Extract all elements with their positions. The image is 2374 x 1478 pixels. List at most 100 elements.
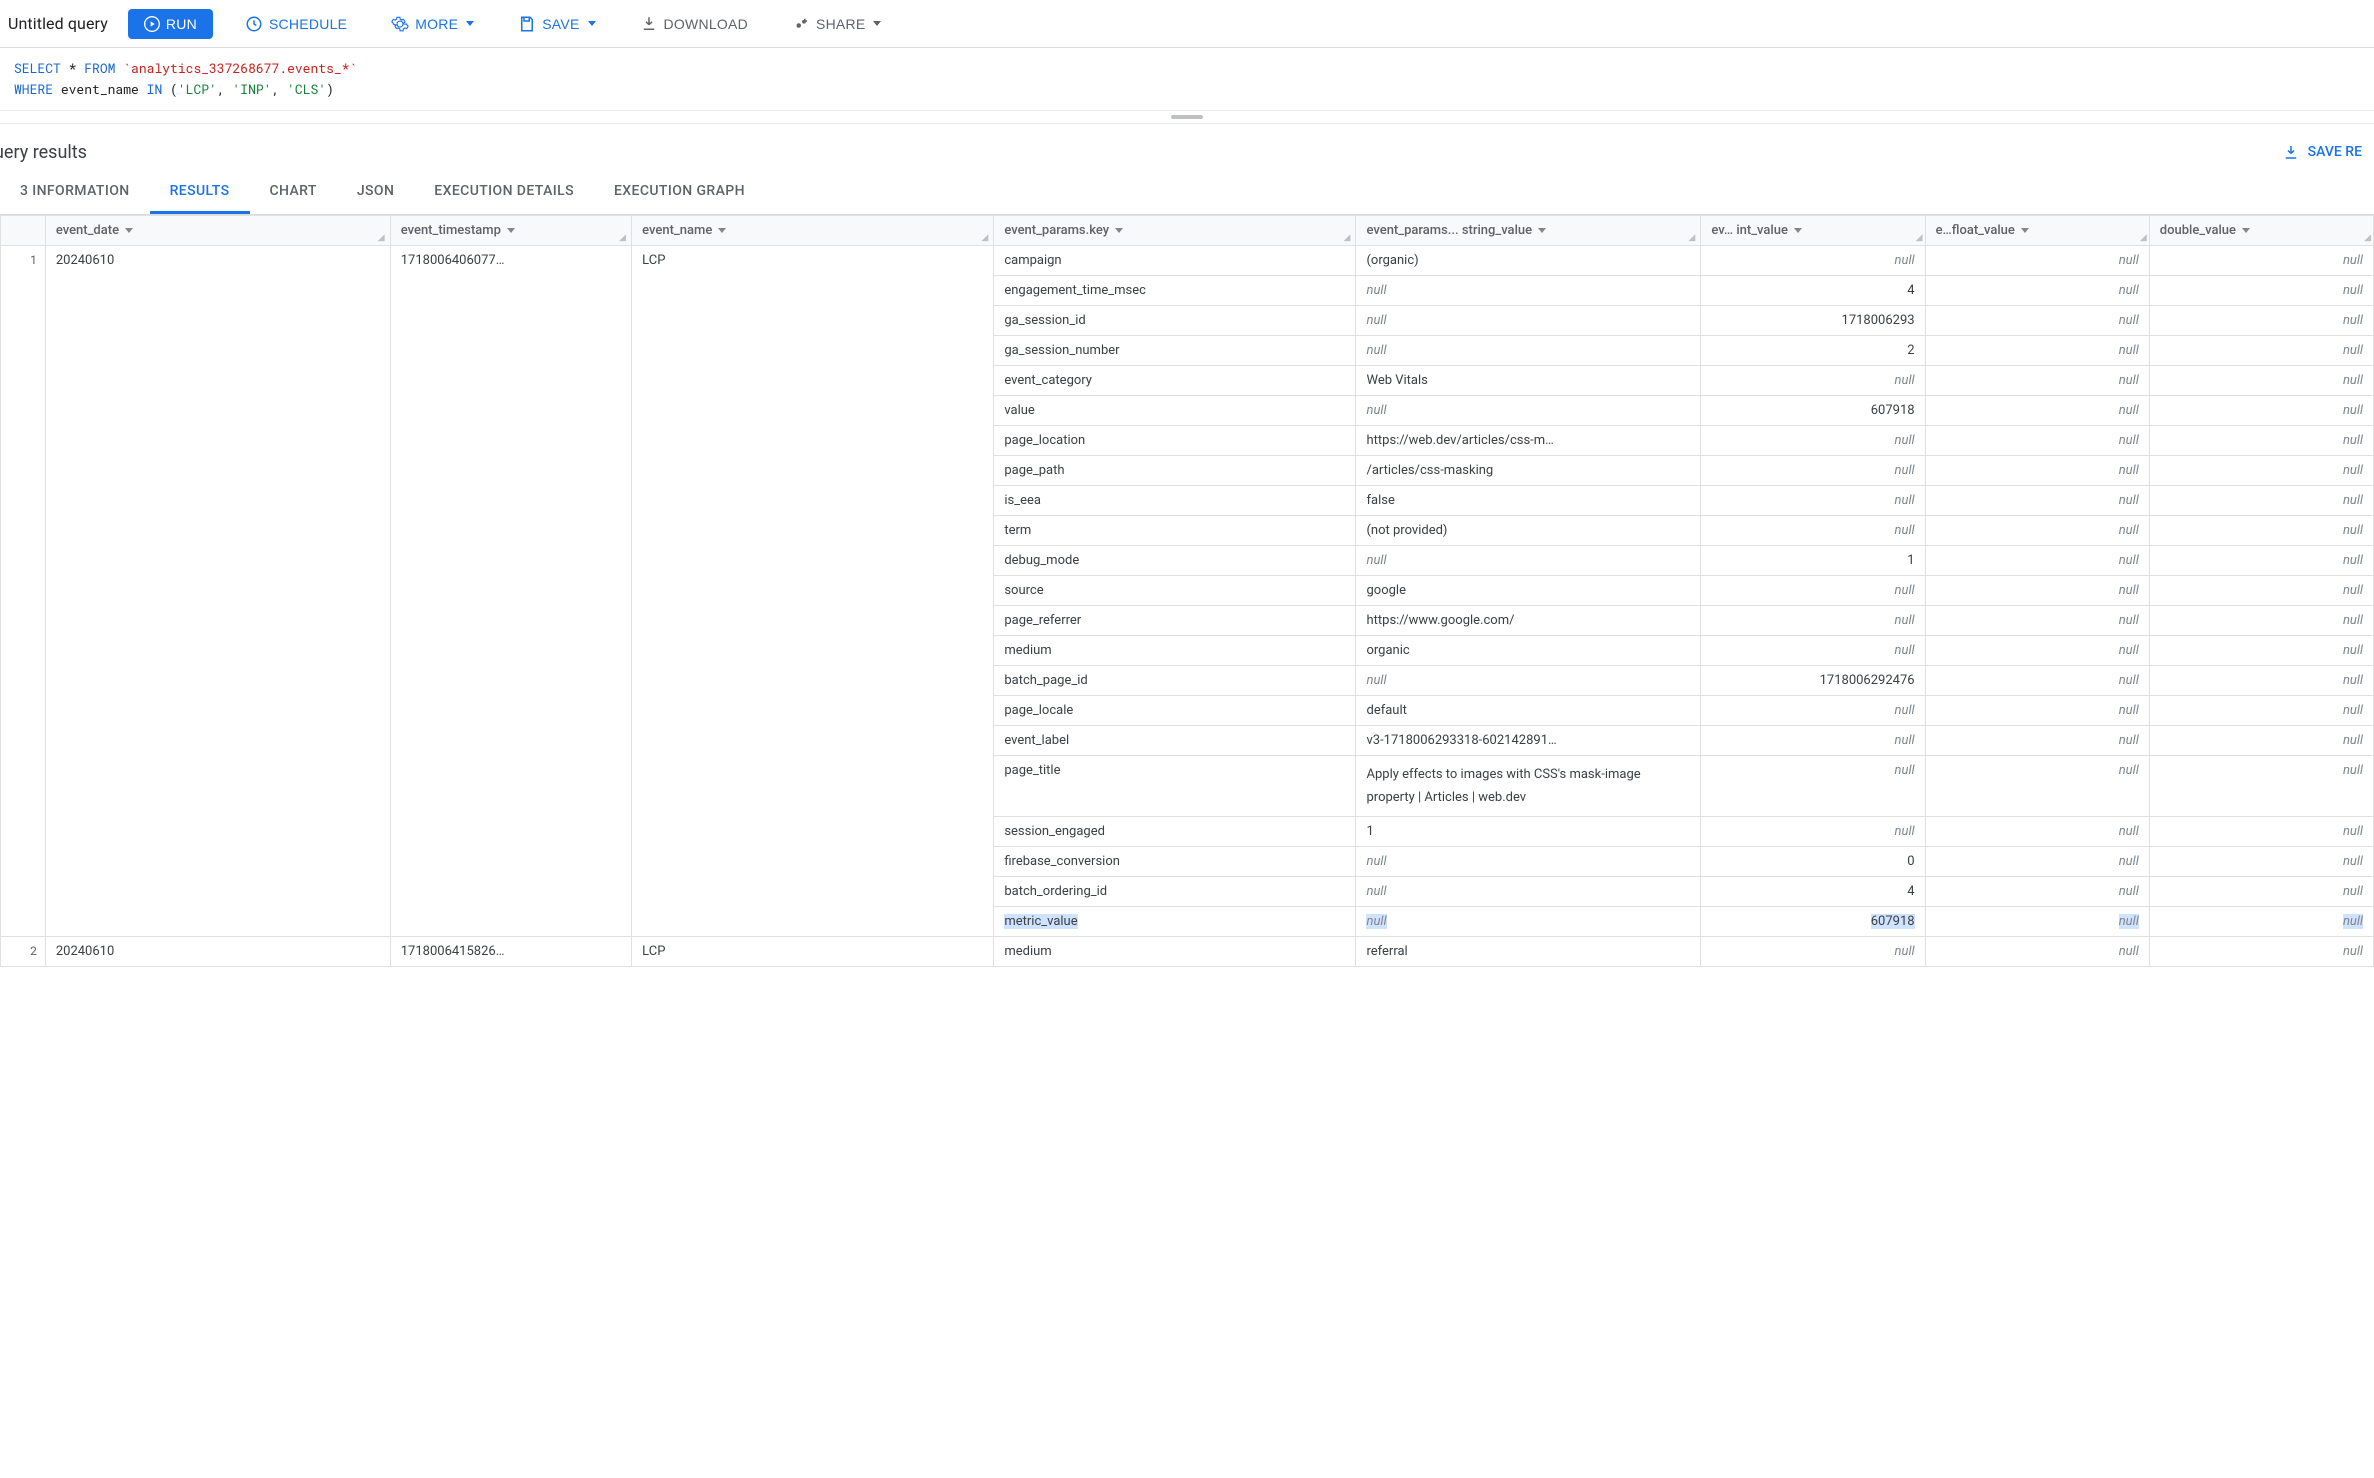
tab-json[interactable]: JSON [337,173,414,214]
download-button[interactable]: DOWNLOAD [628,9,760,39]
cell: page_title [994,755,1356,817]
sort-icon [718,228,726,233]
cell: 1 [1356,817,1701,847]
col-float-value[interactable]: e…float_value◢ [1925,215,2149,245]
cell: is_eea [994,485,1356,515]
null-value: null [2119,343,2139,358]
null-value: null [2343,673,2363,688]
null-value: null [2343,854,2363,869]
col-event-params-key[interactable]: event_params.key◢ [994,215,1356,245]
sql-editor[interactable]: SELECT * FROM `analytics_337268677.event… [0,48,2374,110]
null-value: null [2119,433,2139,448]
results-table-wrap[interactable]: event_date◢ event_timestamp◢ event_name◢… [0,215,2374,968]
cell: term [994,515,1356,545]
cell: null [1701,245,1925,275]
cell: null [1701,725,1925,755]
more-button[interactable]: MORE [379,9,486,39]
cell: ga_session_id [994,305,1356,335]
col-event-name[interactable]: event_name◢ [632,215,994,245]
null-value: null [1895,613,1915,628]
cell: 20240610 [45,937,390,967]
null-value: null [2343,884,2363,899]
null-value: null [1895,493,1915,508]
sort-icon [125,228,133,233]
save-results-button[interactable]: SAVE RE [2282,143,2362,161]
cell: debug_mode [994,545,1356,575]
null-value: null [1366,854,1386,869]
tab-execution-graph[interactable]: EXECUTION GRAPH [594,173,765,214]
null-value: null [2343,373,2363,388]
results-tabs: 3 INFORMATION RESULTS CHART JSON EXECUTI… [0,173,2374,215]
results-table: event_date◢ event_timestamp◢ event_name◢… [0,215,2374,968]
col-string-value[interactable]: event_params... string_value◢ [1356,215,1701,245]
cell: null [2149,455,2373,485]
cell: google [1356,575,1701,605]
null-value: null [1895,253,1915,268]
null-value: null [1366,283,1386,298]
cell: null [1925,395,2149,425]
sql-text: , [272,80,288,98]
sql-string: 'LCP' [178,80,217,98]
sql-text: ( [162,80,178,98]
null-value: null [2119,914,2139,929]
null-value: null [2343,553,2363,568]
null-value: null [2119,613,2139,628]
cell: page_location [994,425,1356,455]
null-value: null [2343,253,2363,268]
col-int-value[interactable]: ev… int_value◢ [1701,215,1925,245]
col-event-timestamp[interactable]: event_timestamp◢ [390,215,631,245]
null-value: null [1895,944,1915,959]
cell: null [1925,425,2149,455]
tab-results[interactable]: RESULTS [150,173,250,214]
null-value: null [2343,343,2363,358]
cell: session_engaged [994,817,1356,847]
cell: false [1356,485,1701,515]
cell: page_path [994,455,1356,485]
cell: (not provided) [1356,515,1701,545]
tab-information[interactable]: 3 INFORMATION [0,173,150,214]
tab-execution-details[interactable]: EXECUTION DETAILS [414,173,594,214]
cell: 2 [1701,335,1925,365]
cell: null [1701,937,1925,967]
share-icon [792,15,810,33]
col-double-value[interactable]: double_value◢ [2149,215,2373,245]
sql-text: * [61,59,84,77]
schedule-button[interactable]: SCHEDULE [233,9,359,39]
save-button[interactable]: SAVE [506,9,607,39]
cell: null [1925,245,2149,275]
cell: v3-1718006293318-602142891… [1356,725,1701,755]
sort-icon [2242,228,2250,233]
share-button[interactable]: SHARE [780,9,893,39]
cell: null [2149,545,2373,575]
cell: https://web.dev/articles/css-m… [1356,425,1701,455]
cell: null [2149,335,2373,365]
null-value: null [2343,583,2363,598]
null-value: null [1895,433,1915,448]
cell: null [2149,365,2373,395]
table-row: 2202406101718006415826…LCPmediumreferral… [1,937,2374,967]
cell: event_category [994,365,1356,395]
cell: 1718006406077… [390,245,631,937]
tab-chart[interactable]: CHART [250,173,337,214]
table-header-row: event_date◢ event_timestamp◢ event_name◢… [1,215,2374,245]
col-event-date[interactable]: event_date◢ [45,215,390,245]
run-button[interactable]: RUN [128,9,213,39]
null-value: null [2119,283,2139,298]
cell: null [1925,275,2149,305]
null-value: null [2119,553,2139,568]
table-row: 1202406101718006406077…LCPcampaign(organ… [1,245,2374,275]
resize-handle[interactable] [0,110,2374,124]
null-value: null [2343,733,2363,748]
cell: null [2149,605,2373,635]
cell: null [1925,725,2149,755]
cell: null [1701,575,1925,605]
null-value: null [2343,763,2363,778]
cell: /articles/css-masking [1356,455,1701,485]
col-rownum[interactable] [1,215,46,245]
chevron-down-icon [873,21,881,26]
sql-string: 'CLS' [287,80,326,98]
cell: null [2149,425,2373,455]
null-value: null [2343,403,2363,418]
null-value: null [2119,463,2139,478]
cell: value [994,395,1356,425]
